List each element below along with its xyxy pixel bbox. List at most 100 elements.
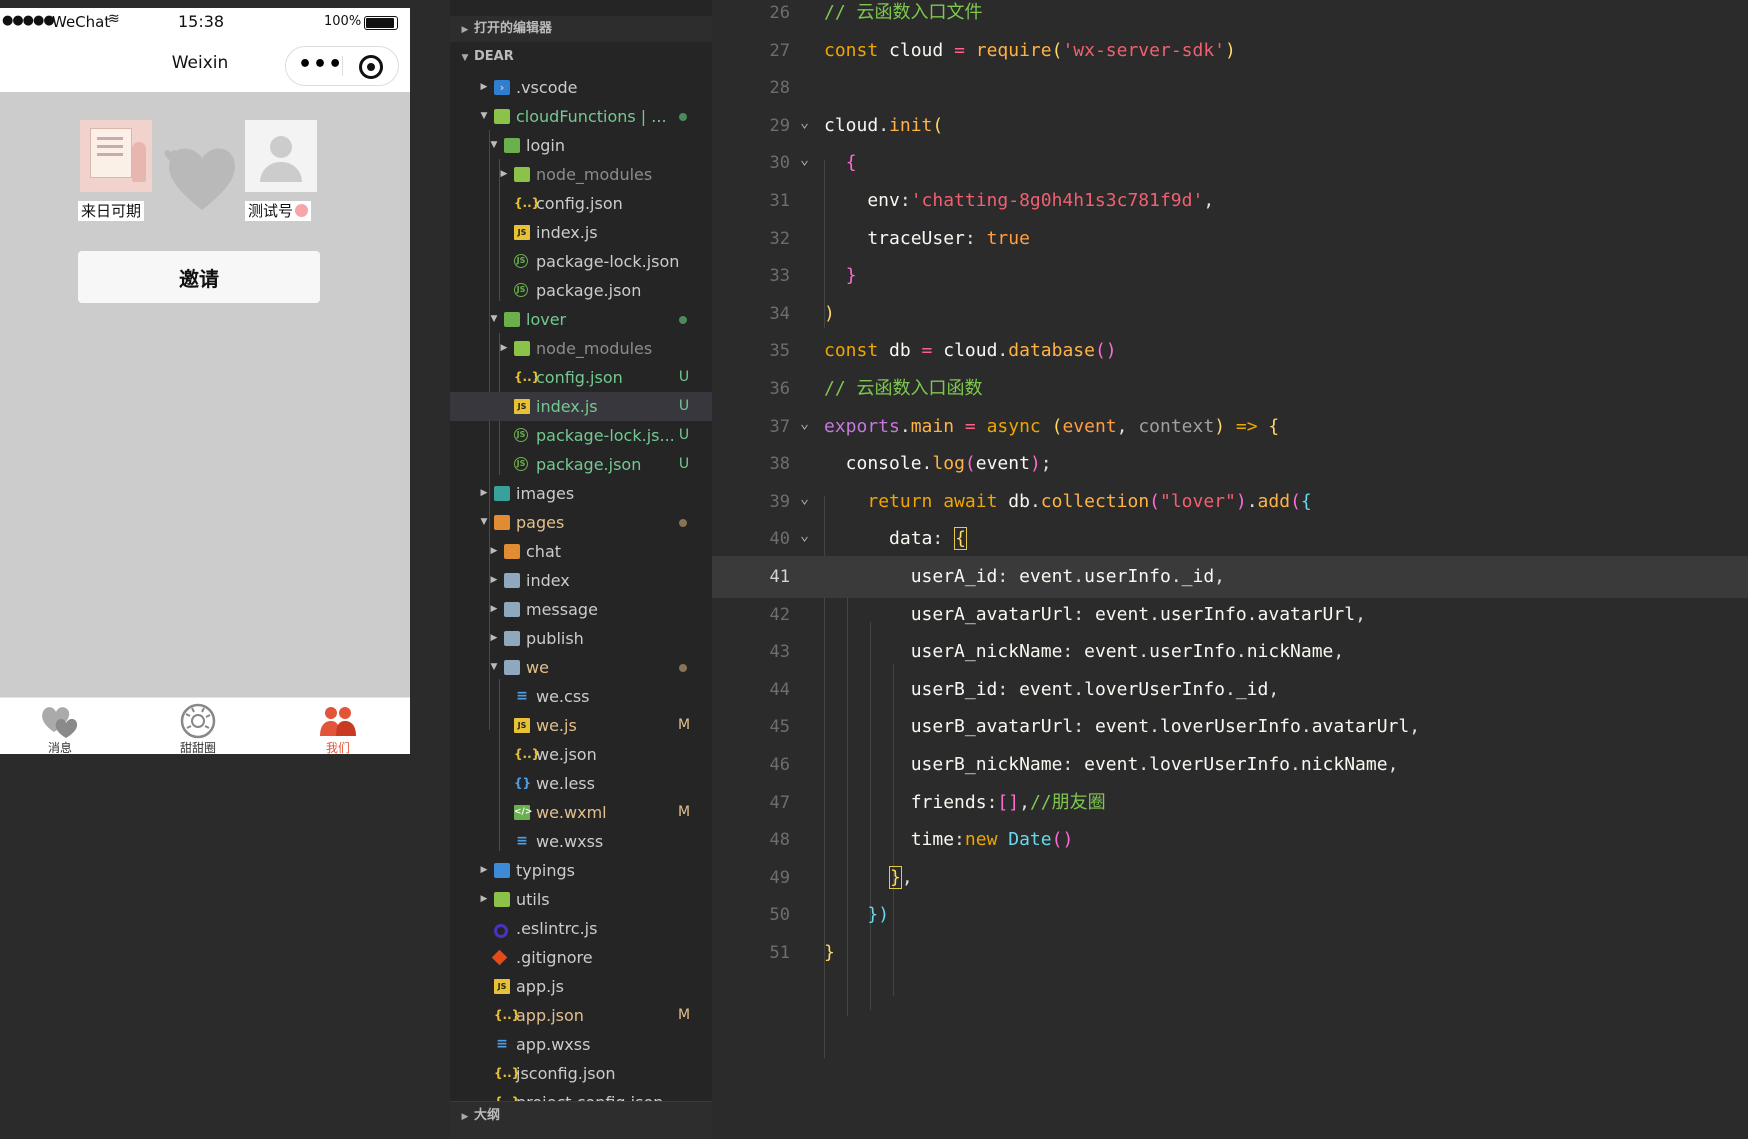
code-line[interactable]: 29 ⌄ cloud.init(: [712, 105, 1748, 147]
tree-item[interactable]: ▶ index: [450, 566, 712, 595]
tree-item[interactable]: JS index.js U: [450, 392, 712, 421]
tree-item[interactable]: ▶ images: [450, 479, 712, 508]
tree-item[interactable]: {..} config.json: [450, 189, 712, 218]
tree-item[interactable]: JS package.json U: [450, 450, 712, 479]
tree-item[interactable]: ▶ node_modules: [450, 334, 712, 363]
user-a-avatar[interactable]: [80, 120, 152, 192]
chevron-down-icon[interactable]: ▼: [478, 102, 490, 131]
tree-item[interactable]: ▶ › .vscode: [450, 73, 712, 102]
tree-item[interactable]: ▶ utils: [450, 885, 712, 914]
chevron-right-icon[interactable]: ▶: [478, 856, 490, 885]
tree-item[interactable]: ≡ we.css: [450, 682, 712, 711]
code-line[interactable]: 37 ⌄ exports.main = async (event, context)…: [712, 406, 1748, 448]
tree-item[interactable]: {..} app.json M: [450, 1001, 712, 1030]
tree-item[interactable]: </> we.wxml M: [450, 798, 712, 827]
file-icon: ≡: [496, 1036, 508, 1052]
tab-messages[interactable]: 消息: [0, 698, 120, 754]
code-line[interactable]: 39 ⌄ return await db.collection("lover").…: [712, 481, 1748, 523]
tree-item[interactable]: ≡ app.wxss: [450, 1030, 712, 1059]
code-text: userA_id: event.userInfo._id,: [824, 566, 1226, 587]
fold-chevron-icon[interactable]: ⌄: [800, 138, 809, 180]
line-number: 50: [769, 905, 790, 926]
chevron-right-icon[interactable]: ▶: [488, 566, 500, 595]
code-line[interactable]: 31 env:'chatting-8g0h4h1s3c781f9d',: [712, 180, 1748, 222]
code-line[interactable]: 43 userA_nickName: event.userInfo.nickNa…: [712, 631, 1748, 673]
chevron-right-icon[interactable]: ▶: [478, 885, 490, 914]
chevron-right-icon[interactable]: ▶: [488, 595, 500, 624]
tree-item[interactable]: ▶ chat: [450, 537, 712, 566]
chevron-right-icon[interactable]: ▶: [488, 537, 500, 566]
tree-item[interactable]: {} we.less: [450, 769, 712, 798]
fold-chevron-icon[interactable]: ⌄: [800, 101, 809, 143]
invite-button[interactable]: 邀请: [78, 251, 320, 303]
tree-item[interactable]: JS app.js: [450, 972, 712, 1001]
chevron-down-icon[interactable]: ▼: [488, 305, 500, 334]
code-line[interactable]: 51}: [712, 932, 1748, 974]
tree-item[interactable]: ▼ cloudFunctions | ...: [450, 102, 712, 131]
code-line[interactable]: 34): [712, 293, 1748, 335]
tree-item[interactable]: ≡ we.wxss: [450, 827, 712, 856]
tree-item[interactable]: JS index.js: [450, 218, 712, 247]
tree-item[interactable]: ▶ typings: [450, 856, 712, 885]
code-line[interactable]: 40 ⌄ data: {: [712, 518, 1748, 560]
code-line[interactable]: 38 console.log(event);: [712, 443, 1748, 485]
chevron-down-icon[interactable]: ▼: [478, 508, 490, 537]
fold-chevron-icon[interactable]: ⌄: [800, 477, 809, 519]
tree-item[interactable]: ▶ message: [450, 595, 712, 624]
chevron-right-icon[interactable]: ▶: [498, 160, 510, 189]
fold-chevron-icon[interactable]: ⌄: [800, 514, 809, 556]
code-line[interactable]: 41 userA_id: event.userInfo._id,: [712, 556, 1748, 598]
chevron-down-icon[interactable]: ▼: [488, 131, 500, 160]
tree-item[interactable]: ▶ publish: [450, 624, 712, 653]
code-line[interactable]: 33 }: [712, 255, 1748, 297]
tree-item[interactable]: JS we.js M: [450, 711, 712, 740]
code-line[interactable]: 46 userB_nickName: event.loverUserInfo.n…: [712, 744, 1748, 786]
tree-item[interactable]: .gitignore: [450, 943, 712, 972]
code-line[interactable]: 32 traceUser: true: [712, 218, 1748, 260]
chevron-right-icon[interactable]: ▶: [488, 624, 500, 653]
code-line[interactable]: 36 // 云函数入口函数: [712, 368, 1748, 410]
tab-sweet-circle[interactable]: 甜甜圈: [138, 698, 258, 754]
code-line[interactable]: 48 time:new Date(): [712, 819, 1748, 861]
outline-section[interactable]: ▶ 大纲: [450, 1101, 712, 1139]
tree-item-label: typings: [516, 861, 575, 880]
open-editors-section[interactable]: ▶ 打开的编辑器: [450, 16, 712, 42]
code-line[interactable]: 50 }): [712, 894, 1748, 936]
fold-chevron-icon[interactable]: ⌄: [800, 402, 809, 444]
tree-item[interactable]: .eslintrc.js: [450, 914, 712, 943]
tree-item[interactable]: {..} we.json: [450, 740, 712, 769]
open-editors-label: 打开的编辑器: [474, 21, 553, 36]
tree-item[interactable]: {..} config.json U: [450, 363, 712, 392]
code-line[interactable]: 45 userB_avatarUrl: event.loverUserInfo.…: [712, 706, 1748, 748]
tree-item[interactable]: ▼ login: [450, 131, 712, 160]
tree-item[interactable]: ▶ node_modules: [450, 160, 712, 189]
code-line[interactable]: 27 const cloud = require('wx-server-sdk'): [712, 30, 1748, 72]
user-b-avatar[interactable]: [245, 120, 317, 192]
code-text: return await db.collection("lover").add(…: [867, 490, 1312, 512]
tree-item[interactable]: ▼ lover: [450, 305, 712, 334]
code-line[interactable]: 30 ⌄ {: [712, 142, 1748, 184]
workspace-section[interactable]: ▼ DEAR: [450, 44, 712, 70]
more-menu-icon[interactable]: •••: [298, 52, 343, 77]
tree-item-label: node_modules: [536, 165, 653, 184]
chevron-down-icon[interactable]: ▼: [488, 653, 500, 682]
close-program-icon[interactable]: [359, 55, 383, 79]
code-line[interactable]: 35 const db = cloud.database(): [712, 330, 1748, 372]
tree-item[interactable]: JS package-lock.json: [450, 247, 712, 276]
code-line[interactable]: 44 userB_id: event.loverUserInfo._id,: [712, 669, 1748, 711]
tree-item[interactable]: JS package.json: [450, 276, 712, 305]
code-editor[interactable]: 26// 云函数入口文件 27 const cloud = require('wx-…: [712, 0, 1748, 1139]
tree-item[interactable]: ▼ we: [450, 653, 712, 682]
code-line[interactable]: 28: [712, 67, 1748, 109]
code-line[interactable]: 42 userA_avatarUrl: event.userInfo.avata…: [712, 594, 1748, 636]
code-line[interactable]: 47 friends:[],//朋友圈: [712, 782, 1748, 824]
tree-item[interactable]: JS package-lock.js... U: [450, 421, 712, 450]
code-line[interactable]: 49 },: [712, 857, 1748, 899]
tree-item[interactable]: ▼ pages: [450, 508, 712, 537]
chevron-right-icon[interactable]: ▶: [478, 479, 490, 508]
chevron-down-icon: ▼: [461, 53, 469, 63]
chevron-right-icon[interactable]: ▶: [498, 334, 510, 363]
tab-we[interactable]: 我们: [278, 698, 398, 754]
tree-item[interactable]: {..} jsconfig.json: [450, 1059, 712, 1088]
chevron-right-icon[interactable]: ▶: [478, 73, 490, 102]
